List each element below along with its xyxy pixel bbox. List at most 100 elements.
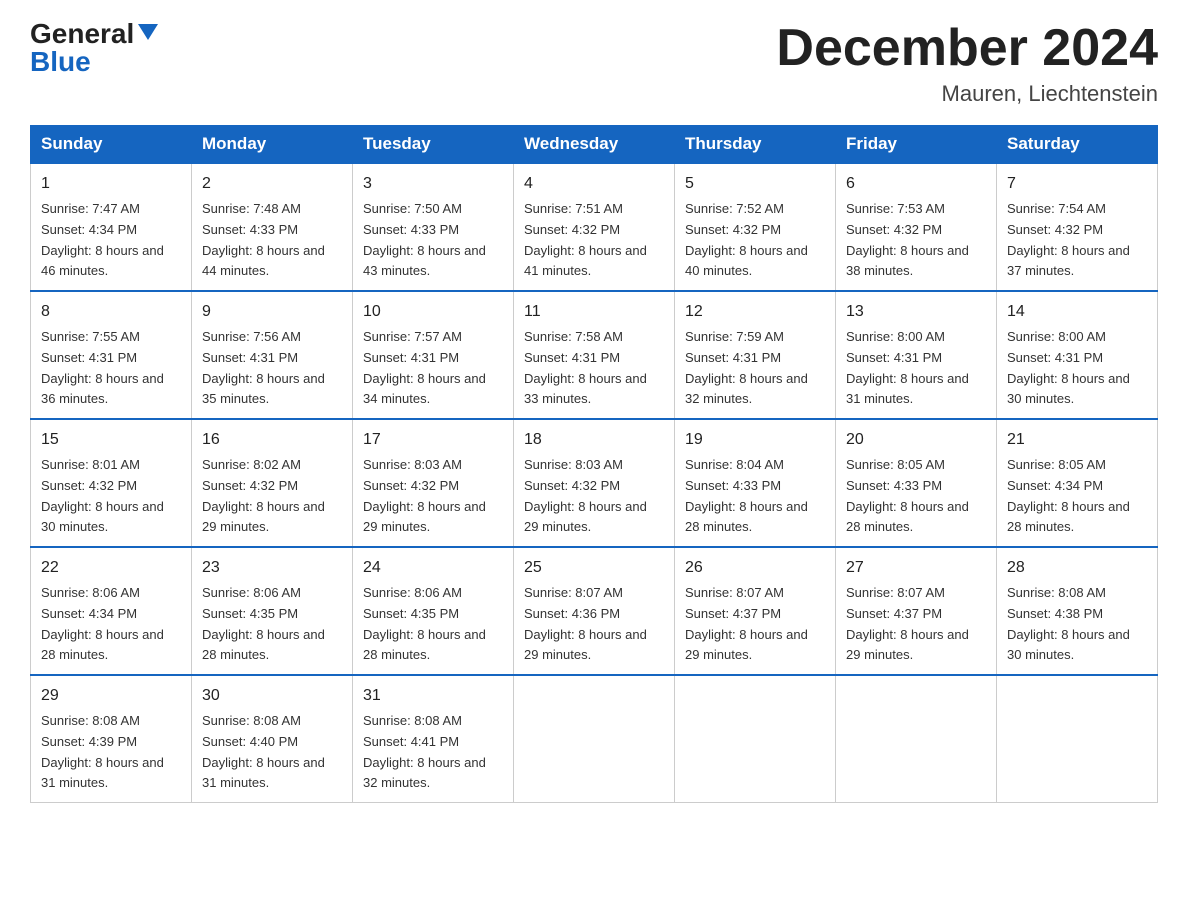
day-cell: 10 Sunrise: 7:57 AMSunset: 4:31 PMDaylig… <box>353 291 514 419</box>
day-cell: 4 Sunrise: 7:51 AMSunset: 4:32 PMDayligh… <box>514 163 675 291</box>
day-number: 7 <box>1007 172 1147 197</box>
day-info: Sunrise: 8:07 AMSunset: 4:37 PMDaylight:… <box>846 583 986 666</box>
day-info: Sunrise: 8:04 AMSunset: 4:33 PMDaylight:… <box>685 455 825 538</box>
week-row-3: 15 Sunrise: 8:01 AMSunset: 4:32 PMDaylig… <box>31 419 1158 547</box>
day-cell: 26 Sunrise: 8:07 AMSunset: 4:37 PMDaylig… <box>675 547 836 675</box>
day-info: Sunrise: 8:06 AMSunset: 4:35 PMDaylight:… <box>202 583 342 666</box>
weekday-header-thursday: Thursday <box>675 126 836 164</box>
day-number: 4 <box>524 172 664 197</box>
day-info: Sunrise: 7:54 AMSunset: 4:32 PMDaylight:… <box>1007 199 1147 282</box>
day-cell: 5 Sunrise: 7:52 AMSunset: 4:32 PMDayligh… <box>675 163 836 291</box>
weekday-header-tuesday: Tuesday <box>353 126 514 164</box>
day-cell: 21 Sunrise: 8:05 AMSunset: 4:34 PMDaylig… <box>997 419 1158 547</box>
day-number: 26 <box>685 556 825 581</box>
day-info: Sunrise: 8:06 AMSunset: 4:35 PMDaylight:… <box>363 583 503 666</box>
logo-blue: Blue <box>30 48 91 76</box>
day-number: 12 <box>685 300 825 325</box>
day-cell <box>675 675 836 802</box>
day-info: Sunrise: 7:47 AMSunset: 4:34 PMDaylight:… <box>41 199 181 282</box>
day-info: Sunrise: 7:58 AMSunset: 4:31 PMDaylight:… <box>524 327 664 410</box>
weekday-header-sunday: Sunday <box>31 126 192 164</box>
week-row-1: 1 Sunrise: 7:47 AMSunset: 4:34 PMDayligh… <box>31 163 1158 291</box>
logo-general: General <box>30 20 134 48</box>
day-cell: 8 Sunrise: 7:55 AMSunset: 4:31 PMDayligh… <box>31 291 192 419</box>
weekday-header-monday: Monday <box>192 126 353 164</box>
day-number: 30 <box>202 684 342 709</box>
day-cell: 3 Sunrise: 7:50 AMSunset: 4:33 PMDayligh… <box>353 163 514 291</box>
day-info: Sunrise: 7:52 AMSunset: 4:32 PMDaylight:… <box>685 199 825 282</box>
day-number: 25 <box>524 556 664 581</box>
day-info: Sunrise: 7:55 AMSunset: 4:31 PMDaylight:… <box>41 327 181 410</box>
day-cell: 25 Sunrise: 8:07 AMSunset: 4:36 PMDaylig… <box>514 547 675 675</box>
day-info: Sunrise: 8:03 AMSunset: 4:32 PMDaylight:… <box>524 455 664 538</box>
weekday-header-friday: Friday <box>836 126 997 164</box>
day-cell: 16 Sunrise: 8:02 AMSunset: 4:32 PMDaylig… <box>192 419 353 547</box>
day-info: Sunrise: 8:08 AMSunset: 4:39 PMDaylight:… <box>41 711 181 794</box>
day-number: 13 <box>846 300 986 325</box>
day-number: 23 <box>202 556 342 581</box>
day-number: 18 <box>524 428 664 453</box>
page-header: General Blue December 2024 Mauren, Liech… <box>30 20 1158 107</box>
day-cell: 15 Sunrise: 8:01 AMSunset: 4:32 PMDaylig… <box>31 419 192 547</box>
day-info: Sunrise: 8:05 AMSunset: 4:34 PMDaylight:… <box>1007 455 1147 538</box>
day-info: Sunrise: 7:57 AMSunset: 4:31 PMDaylight:… <box>363 327 503 410</box>
day-number: 6 <box>846 172 986 197</box>
day-cell: 7 Sunrise: 7:54 AMSunset: 4:32 PMDayligh… <box>997 163 1158 291</box>
day-cell <box>514 675 675 802</box>
day-info: Sunrise: 8:01 AMSunset: 4:32 PMDaylight:… <box>41 455 181 538</box>
day-cell: 17 Sunrise: 8:03 AMSunset: 4:32 PMDaylig… <box>353 419 514 547</box>
day-info: Sunrise: 7:56 AMSunset: 4:31 PMDaylight:… <box>202 327 342 410</box>
calendar-table: SundayMondayTuesdayWednesdayThursdayFrid… <box>30 125 1158 803</box>
day-number: 10 <box>363 300 503 325</box>
day-cell <box>836 675 997 802</box>
day-info: Sunrise: 8:00 AMSunset: 4:31 PMDaylight:… <box>846 327 986 410</box>
day-number: 15 <box>41 428 181 453</box>
weekday-header-row: SundayMondayTuesdayWednesdayThursdayFrid… <box>31 126 1158 164</box>
day-info: Sunrise: 7:50 AMSunset: 4:33 PMDaylight:… <box>363 199 503 282</box>
day-info: Sunrise: 8:07 AMSunset: 4:37 PMDaylight:… <box>685 583 825 666</box>
weekday-header-saturday: Saturday <box>997 126 1158 164</box>
day-number: 21 <box>1007 428 1147 453</box>
day-number: 17 <box>363 428 503 453</box>
weekday-header-wednesday: Wednesday <box>514 126 675 164</box>
day-number: 3 <box>363 172 503 197</box>
day-number: 28 <box>1007 556 1147 581</box>
day-info: Sunrise: 8:06 AMSunset: 4:34 PMDaylight:… <box>41 583 181 666</box>
week-row-2: 8 Sunrise: 7:55 AMSunset: 4:31 PMDayligh… <box>31 291 1158 419</box>
day-info: Sunrise: 8:08 AMSunset: 4:41 PMDaylight:… <box>363 711 503 794</box>
day-info: Sunrise: 8:02 AMSunset: 4:32 PMDaylight:… <box>202 455 342 538</box>
day-cell: 11 Sunrise: 7:58 AMSunset: 4:31 PMDaylig… <box>514 291 675 419</box>
day-cell: 30 Sunrise: 8:08 AMSunset: 4:40 PMDaylig… <box>192 675 353 802</box>
day-cell: 31 Sunrise: 8:08 AMSunset: 4:41 PMDaylig… <box>353 675 514 802</box>
day-number: 8 <box>41 300 181 325</box>
day-cell: 20 Sunrise: 8:05 AMSunset: 4:33 PMDaylig… <box>836 419 997 547</box>
day-number: 2 <box>202 172 342 197</box>
day-number: 29 <box>41 684 181 709</box>
day-info: Sunrise: 8:03 AMSunset: 4:32 PMDaylight:… <box>363 455 503 538</box>
day-cell: 2 Sunrise: 7:48 AMSunset: 4:33 PMDayligh… <box>192 163 353 291</box>
calendar-subtitle: Mauren, Liechtenstein <box>776 81 1158 107</box>
day-info: Sunrise: 8:05 AMSunset: 4:33 PMDaylight:… <box>846 455 986 538</box>
day-info: Sunrise: 8:07 AMSunset: 4:36 PMDaylight:… <box>524 583 664 666</box>
day-number: 27 <box>846 556 986 581</box>
day-cell: 1 Sunrise: 7:47 AMSunset: 4:34 PMDayligh… <box>31 163 192 291</box>
day-number: 31 <box>363 684 503 709</box>
day-cell <box>997 675 1158 802</box>
day-info: Sunrise: 7:59 AMSunset: 4:31 PMDaylight:… <box>685 327 825 410</box>
day-cell: 27 Sunrise: 8:07 AMSunset: 4:37 PMDaylig… <box>836 547 997 675</box>
day-cell: 19 Sunrise: 8:04 AMSunset: 4:33 PMDaylig… <box>675 419 836 547</box>
day-number: 5 <box>685 172 825 197</box>
day-number: 11 <box>524 300 664 325</box>
day-cell: 13 Sunrise: 8:00 AMSunset: 4:31 PMDaylig… <box>836 291 997 419</box>
day-number: 16 <box>202 428 342 453</box>
day-cell: 6 Sunrise: 7:53 AMSunset: 4:32 PMDayligh… <box>836 163 997 291</box>
day-cell: 28 Sunrise: 8:08 AMSunset: 4:38 PMDaylig… <box>997 547 1158 675</box>
title-section: December 2024 Mauren, Liechtenstein <box>776 20 1158 107</box>
day-cell: 24 Sunrise: 8:06 AMSunset: 4:35 PMDaylig… <box>353 547 514 675</box>
day-info: Sunrise: 8:08 AMSunset: 4:40 PMDaylight:… <box>202 711 342 794</box>
day-cell: 9 Sunrise: 7:56 AMSunset: 4:31 PMDayligh… <box>192 291 353 419</box>
day-cell: 18 Sunrise: 8:03 AMSunset: 4:32 PMDaylig… <box>514 419 675 547</box>
day-number: 9 <box>202 300 342 325</box>
day-info: Sunrise: 7:51 AMSunset: 4:32 PMDaylight:… <box>524 199 664 282</box>
day-info: Sunrise: 8:08 AMSunset: 4:38 PMDaylight:… <box>1007 583 1147 666</box>
